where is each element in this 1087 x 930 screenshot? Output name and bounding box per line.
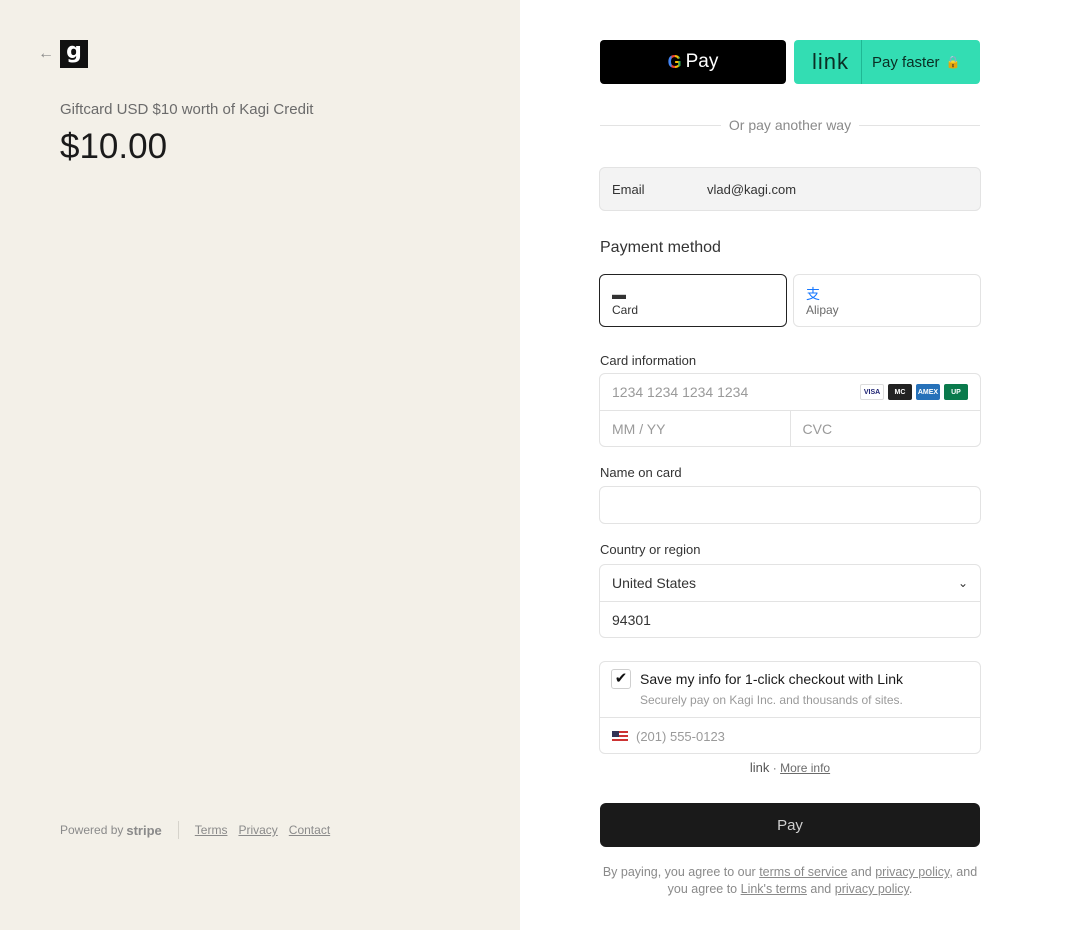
terms-link[interactable]: Terms xyxy=(195,823,228,837)
card-brands: VISA MC AMEX UP xyxy=(860,384,968,400)
terms-text: By paying, you agree to our terms of ser… xyxy=(600,864,980,898)
payment-method-card[interactable]: ▬ Card xyxy=(599,274,787,327)
order-summary-panel: ← g Giftcard USD $10 worth of Kagi Credi… xyxy=(0,0,520,930)
card-tile-label: Card xyxy=(612,303,639,317)
link-logo: link xyxy=(794,40,863,84)
country-value: United States xyxy=(612,575,697,591)
name-on-card-input[interactable] xyxy=(599,486,981,524)
country-select[interactable]: United States ⌄ xyxy=(600,565,980,601)
product-name: Giftcard USD $10 worth of Kagi Credit xyxy=(60,101,314,118)
link-pay-label: Pay faster xyxy=(872,53,940,71)
footer: Powered by stripe Terms Privacy Contact xyxy=(60,821,341,839)
visa-icon: VISA xyxy=(860,384,884,400)
zip-input[interactable]: 94301 xyxy=(600,601,980,637)
payment-method-title: Payment method xyxy=(600,239,721,256)
payment-panel: G Pay link Pay faster 🔒 Or pay another w… xyxy=(520,0,1087,930)
link-info-row: link · More info xyxy=(600,760,980,775)
terms-and-1: and xyxy=(850,865,872,879)
contact-link[interactable]: Contact xyxy=(289,823,330,837)
us-flag-icon xyxy=(612,730,628,742)
footer-separator xyxy=(177,821,179,839)
pay-button[interactable]: Pay xyxy=(600,803,980,847)
kagi-logo: g xyxy=(60,40,88,68)
credit-card-icon: ▬ xyxy=(612,286,626,302)
divider-line xyxy=(600,124,721,126)
name-on-card-label: Name on card xyxy=(600,465,682,480)
divider-line xyxy=(859,124,981,126)
terms-and-2: and xyxy=(810,882,832,896)
privacy-policy-link[interactable]: privacy policy xyxy=(875,865,949,879)
card-info-label: Card information xyxy=(600,353,697,368)
card-number-placeholder: 1234 1234 1234 1234 xyxy=(612,384,749,400)
save-info-box: ✔ Save my info for 1-click checkout with… xyxy=(599,661,981,754)
mastercard-icon: MC xyxy=(888,384,912,400)
link-pay-button[interactable]: link Pay faster 🔒 xyxy=(794,40,980,84)
more-info-link[interactable]: More info xyxy=(780,761,830,775)
phone-input[interactable]: (201) 555-0123 xyxy=(600,717,980,754)
link-small-logo: link xyxy=(749,760,770,775)
save-info-checkbox[interactable]: ✔ xyxy=(611,669,631,689)
google-pay-button[interactable]: G Pay xyxy=(600,40,786,84)
chevron-down-icon: ⌄ xyxy=(957,576,968,590)
card-number-input[interactable]: 1234 1234 1234 1234 VISA MC AMEX UP xyxy=(600,374,980,410)
terms-p1: By paying, you agree to our xyxy=(602,865,756,879)
email-value: vlad@kagi.com xyxy=(707,181,797,197)
card-info-group: 1234 1234 1234 1234 VISA MC AMEX UP MM /… xyxy=(599,373,981,447)
terms-of-service-link[interactable]: terms of service xyxy=(759,865,847,879)
unionpay-icon: UP xyxy=(944,384,968,400)
google-pay-label: Pay xyxy=(685,51,719,72)
cvc-input[interactable]: CVC xyxy=(789,410,981,446)
back-arrow-icon[interactable]: ← xyxy=(38,45,54,63)
privacy-link[interactable]: Privacy xyxy=(238,823,277,837)
product-price: $10.00 xyxy=(60,127,168,166)
lock-icon: 🔒 xyxy=(945,55,961,69)
payment-method-alipay[interactable]: 支 Alipay xyxy=(793,274,981,327)
email-field[interactable]: Email vlad@kagi.com xyxy=(599,167,981,211)
link-info-dot: · xyxy=(772,761,781,775)
card-expiry-cvc-row: MM / YY CVC xyxy=(600,410,980,446)
alipay-icon: 支 xyxy=(806,286,820,302)
amex-icon: AMEX xyxy=(916,384,940,400)
link-terms-link[interactable]: Link's terms xyxy=(741,882,807,896)
expiry-placeholder: MM / YY xyxy=(612,420,666,437)
link-privacy-policy-link[interactable]: privacy policy xyxy=(835,882,909,896)
divider-text: Or pay another way xyxy=(728,117,852,133)
cvc-placeholder: CVC xyxy=(802,420,833,437)
email-label: Email xyxy=(612,181,645,197)
powered-by-text: Powered by xyxy=(60,823,124,837)
country-label: Country or region xyxy=(600,542,701,557)
phone-placeholder: (201) 555-0123 xyxy=(636,728,725,744)
country-group: United States ⌄ 94301 xyxy=(599,564,981,638)
name-on-card-value xyxy=(600,487,980,523)
expiry-input[interactable]: MM / YY xyxy=(600,411,790,447)
terms-end: . xyxy=(908,882,913,896)
google-g-icon: G xyxy=(667,51,682,72)
save-info-title: Save my info for 1-click checkout with L… xyxy=(640,671,903,687)
stripe-logo[interactable]: stripe xyxy=(126,823,161,838)
or-divider: Or pay another way xyxy=(600,116,981,134)
save-info-subtitle: Securely pay on Kagi Inc. and thousands … xyxy=(640,693,903,707)
zip-value: 94301 xyxy=(612,611,651,628)
alipay-tile-label: Alipay xyxy=(806,303,839,317)
